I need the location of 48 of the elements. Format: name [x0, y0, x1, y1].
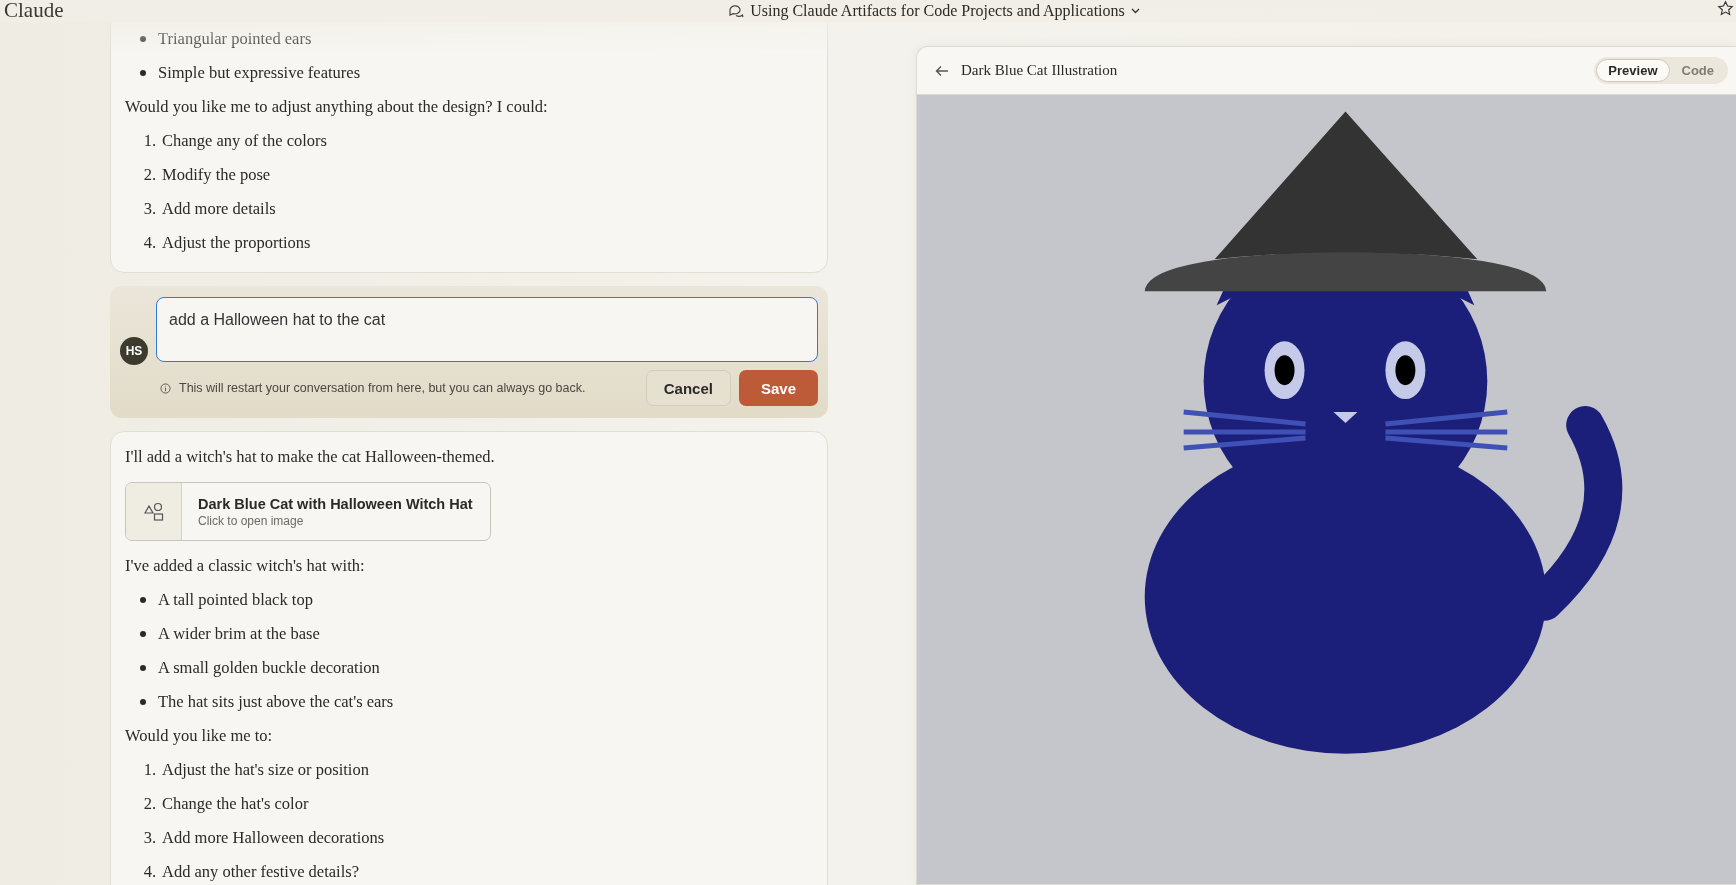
message-text: I'll add a witch's hat to make the cat Halloween-themed. — [125, 446, 496, 468]
list-item: Add more details — [162, 199, 276, 219]
list-item: A wider brim at the base — [158, 624, 320, 644]
list-item: Add any other festive details? — [162, 862, 360, 882]
list-item: Triangular pointed ears — [158, 29, 312, 49]
list-item: Adjust the proportions — [162, 233, 311, 253]
shapes-icon — [143, 501, 164, 522]
list-number: 3. — [142, 199, 156, 219]
list-item: The hat sits just above the cat's ears — [158, 692, 394, 712]
star-icon[interactable] — [1717, 0, 1734, 17]
message-text: Would you like me to: — [125, 725, 274, 747]
list-number: 4. — [142, 862, 156, 882]
list-number: 1. — [142, 760, 156, 780]
app-name[interactable]: Claude — [4, 0, 64, 23]
list-item: Modify the pose — [162, 165, 271, 185]
list-item: Add more Halloween decorations — [162, 828, 385, 848]
chevron-down-icon — [1130, 8, 1140, 14]
cancel-button[interactable]: Cancel — [645, 370, 731, 406]
bullet-icon — [140, 665, 146, 671]
bullet-icon — [140, 597, 146, 603]
list-number: 3. — [142, 828, 156, 848]
chat-title[interactable]: Using Claude Artifacts for Code Projects and Applications — [728, 2, 1140, 20]
user-avatar: HS — [120, 337, 148, 365]
list-number: 2. — [142, 794, 156, 814]
list-number: 4. — [142, 233, 156, 253]
list-item: Change any of the colors — [162, 131, 327, 151]
list-item: Adjust the hat's size or position — [162, 760, 369, 780]
message-text: Would you like me to adjust anything about the design? I could: — [125, 96, 549, 118]
artifact-title: Dark Blue Cat Illustration — [961, 62, 1119, 79]
restart-note: This will restart your conversation from here, but you can always go back. — [179, 381, 587, 395]
artifact-card[interactable]: Dark Blue Cat with Halloween Witch Hat Click to open image — [125, 482, 491, 541]
list-number: 1. — [142, 131, 156, 151]
list-number: 2. — [142, 165, 156, 185]
info-icon — [160, 382, 171, 394]
list-item: A small golden buckle decoration — [158, 658, 380, 678]
save-button[interactable]: Save — [738, 370, 818, 406]
list-item: Change the hat's color — [162, 794, 309, 814]
back-arrow-icon[interactable] — [935, 64, 949, 77]
bullet-icon — [140, 699, 146, 705]
message-text: I've added a classic witch's hat with: — [125, 555, 366, 577]
view-tab[interactable]: Preview — [1596, 59, 1670, 82]
chat-bubbles-icon — [728, 4, 745, 18]
message-input-field[interactable]: add a Halloween hat to the cat — [156, 297, 818, 362]
list-item: Simple but expressive features — [158, 63, 361, 83]
bullet-icon — [140, 631, 146, 637]
list-item: A tall pointed black top — [158, 590, 313, 610]
bullet-icon — [140, 36, 146, 42]
bullet-icon — [140, 70, 146, 76]
